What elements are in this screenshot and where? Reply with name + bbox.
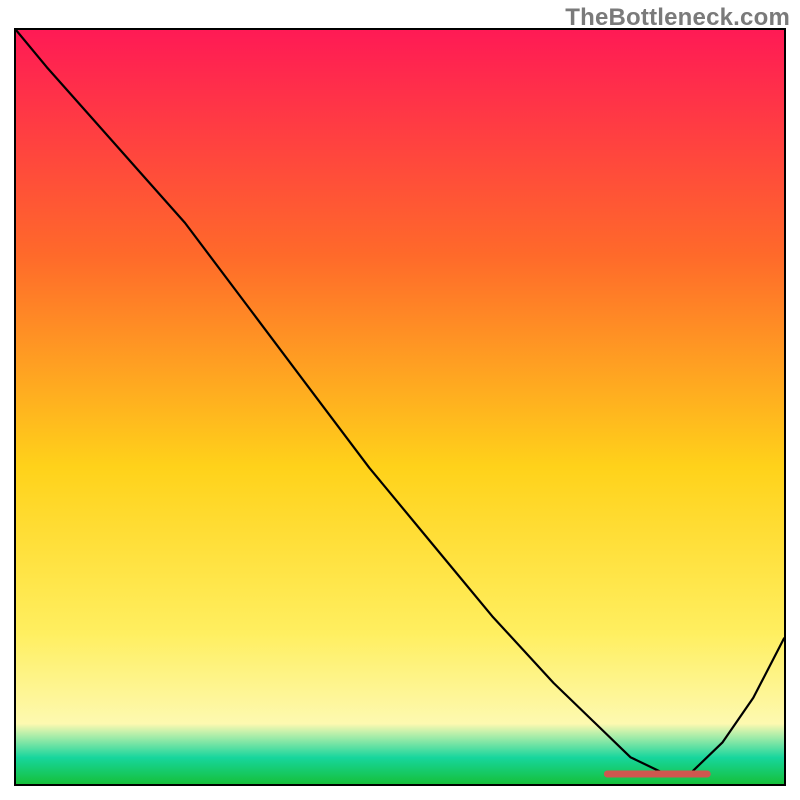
chart-container: TheBottleneck.com xyxy=(0,0,800,800)
plot-frame xyxy=(14,28,786,786)
plot-svg xyxy=(16,30,784,784)
gradient-background xyxy=(16,30,784,784)
